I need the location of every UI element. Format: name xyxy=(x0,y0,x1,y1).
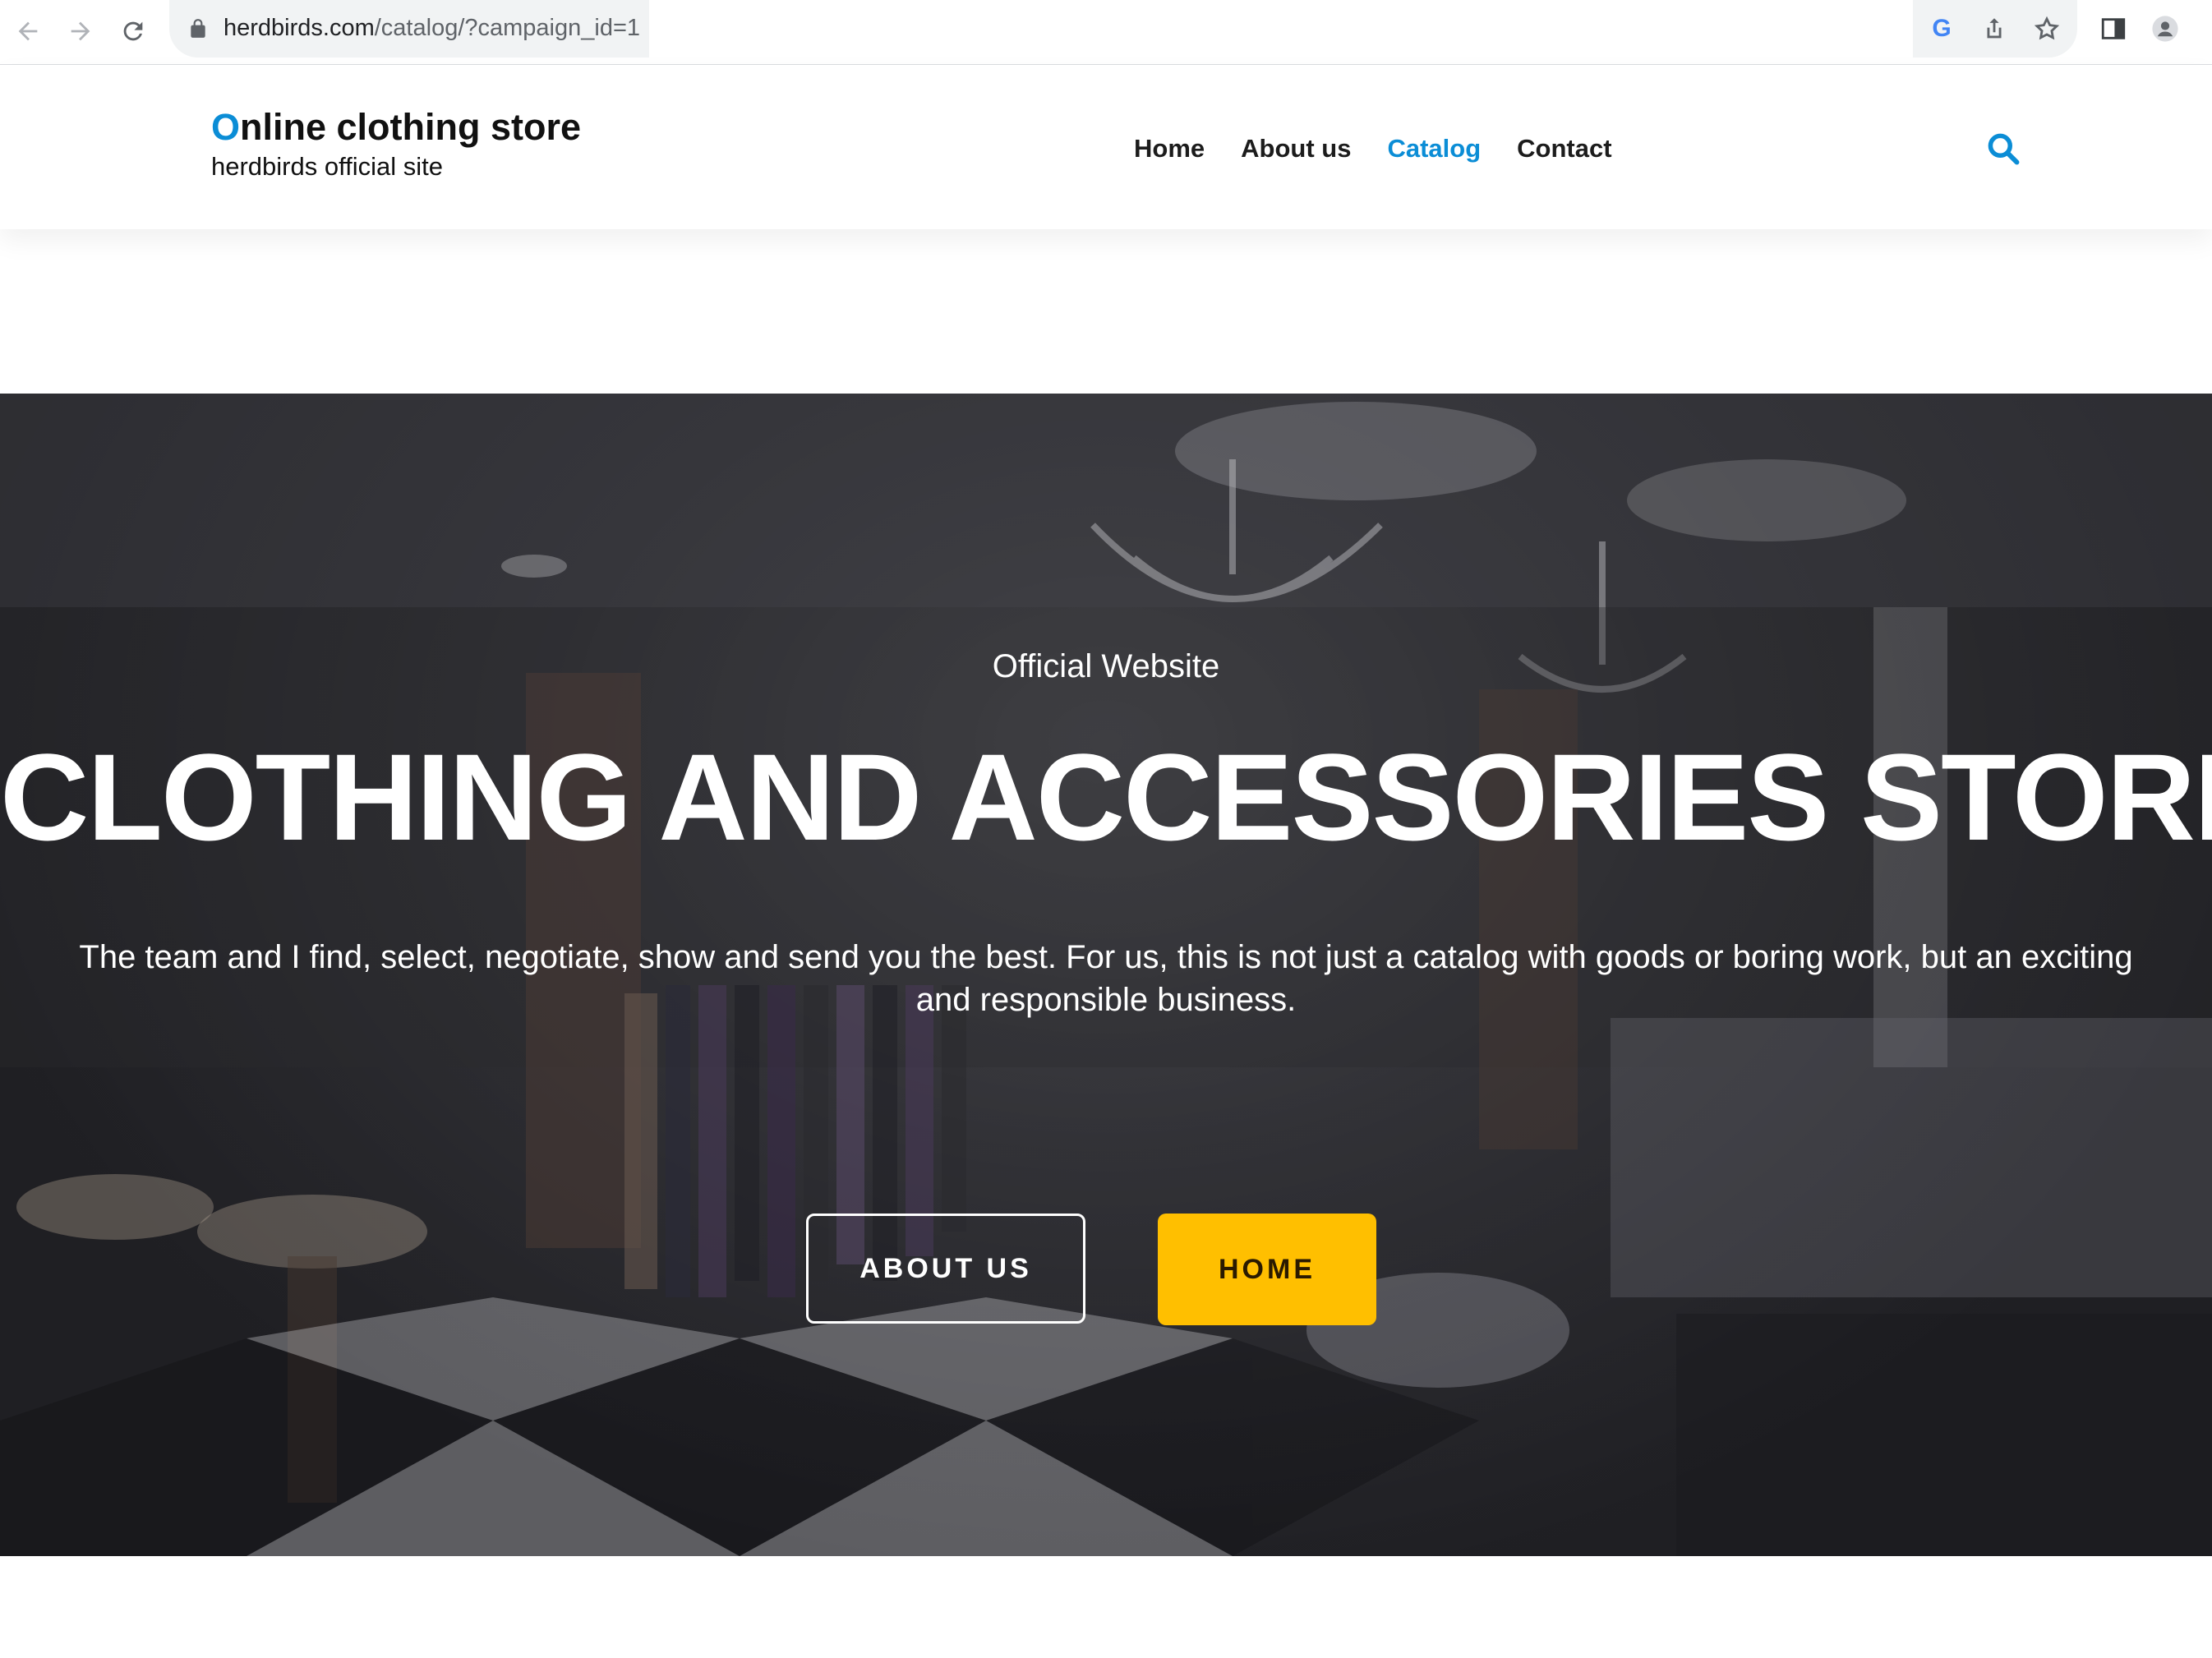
url-text: herdbirds.com/catalog/?campaign_id=1 xyxy=(224,15,649,42)
address-bar[interactable]: herdbirds.com/catalog/?campaign_id=1 xyxy=(169,0,649,58)
site-title-first-letter: O xyxy=(211,106,241,148)
site-title[interactable]: Online clothing store xyxy=(211,106,581,149)
hero-description: The team and I find, select, negotiate, … xyxy=(79,939,2133,1018)
search-icon[interactable] xyxy=(1985,131,2021,167)
side-panel-icon[interactable] xyxy=(2099,15,2127,43)
browser-toolbar: herdbirds.com/catalog/?campaign_id=1 G xyxy=(0,0,2212,65)
hero-title: CLOTHING AND ACCESSORIES STORE xyxy=(0,728,2212,866)
share-icon[interactable] xyxy=(1980,15,2008,43)
star-icon[interactable] xyxy=(2033,15,2061,43)
profile-icon[interactable] xyxy=(2151,15,2179,43)
hero-banner: Official Website CLOTHING AND ACCESSORIE… xyxy=(0,394,2212,1556)
back-arrow-icon[interactable] xyxy=(8,12,48,51)
forward-arrow-icon[interactable] xyxy=(61,12,100,51)
about-us-button[interactable]: ABOUT US xyxy=(806,1214,1085,1324)
main-nav: Home About us Catalog Contact xyxy=(1134,134,1612,163)
site-title-rest: nline clothing store xyxy=(240,106,582,148)
home-button[interactable]: HOME xyxy=(1158,1214,1376,1325)
omnibox-actions: G xyxy=(1913,0,2077,58)
site-tagline: herdbirds official site xyxy=(211,152,444,181)
nav-catalog[interactable]: Catalog xyxy=(1387,134,1481,163)
nav-home[interactable]: Home xyxy=(1134,134,1205,163)
nav-about-us[interactable]: About us xyxy=(1241,134,1351,163)
hero-kicker: Official Website xyxy=(992,648,1220,684)
url-path: /catalog/?campaign_id=1 xyxy=(374,15,641,41)
google-icon[interactable]: G xyxy=(1928,15,1956,43)
nav-contact[interactable]: Contact xyxy=(1517,134,1611,163)
reload-icon[interactable] xyxy=(113,12,153,51)
url-host: herdbirds.com xyxy=(224,15,375,41)
lock-icon xyxy=(191,19,205,38)
site-header: Online clothing store herdbirds official… xyxy=(0,65,2212,229)
